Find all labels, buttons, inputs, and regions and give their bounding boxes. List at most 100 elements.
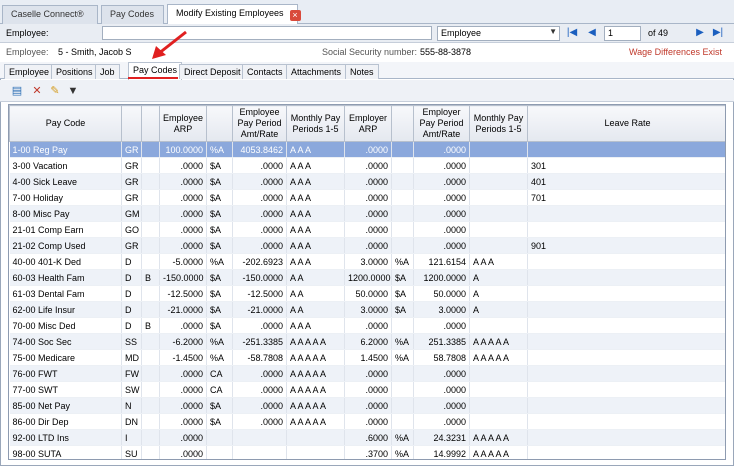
type-cell[interactable]: SS bbox=[121, 333, 142, 350]
leave-rate-cell[interactable] bbox=[527, 381, 725, 398]
employer-method-cell[interactable] bbox=[391, 173, 414, 190]
edit-pencil-icon[interactable]: ✎ bbox=[48, 84, 62, 98]
flag-cell[interactable] bbox=[141, 253, 160, 270]
employee-method-cell[interactable]: $A bbox=[206, 189, 233, 206]
pay-code-cell[interactable]: 98-00 SUTA bbox=[9, 445, 122, 459]
employee-method-cell[interactable]: $A bbox=[206, 173, 233, 190]
table-row[interactable]: 4-00 Sick Leave GR .0000 $A .0000 A A A .0000.… bbox=[9, 173, 725, 190]
employer-method-cell[interactable] bbox=[391, 413, 414, 430]
employee-amount-cell[interactable]: -150.0000 bbox=[232, 269, 287, 286]
pay-code-cell[interactable]: 1-00 Reg Pay bbox=[9, 141, 122, 158]
pay-code-cell[interactable]: 60-03 Health Fam bbox=[9, 269, 122, 286]
employee-arp-cell[interactable]: .0000 bbox=[159, 365, 207, 382]
flag-cell[interactable]: B bbox=[141, 317, 160, 334]
leave-rate-cell[interactable] bbox=[527, 397, 725, 414]
employer-amount-cell[interactable]: 1200.0000 bbox=[413, 269, 470, 286]
employee-method-cell[interactable]: %A bbox=[206, 333, 233, 350]
employee-periods-cell[interactable]: A A A bbox=[286, 237, 345, 254]
employer-arp-cell[interactable]: .0000 bbox=[344, 413, 392, 430]
employee-amount-cell[interactable]: .0000 bbox=[232, 189, 287, 206]
pay-code-cell[interactable]: 40-00 401-K Ded bbox=[9, 253, 122, 270]
employee-periods-cell[interactable]: A A A bbox=[286, 205, 345, 222]
employee-arp-cell[interactable]: .0000 bbox=[159, 381, 207, 398]
type-cell[interactable]: GR bbox=[121, 189, 142, 206]
employer-periods-cell[interactable] bbox=[469, 237, 528, 254]
employer-amount-cell[interactable]: .0000 bbox=[413, 381, 470, 398]
employee-arp-cell[interactable]: .0000 bbox=[159, 413, 207, 430]
employee-method-cell[interactable] bbox=[206, 445, 233, 459]
employee-arp-cell[interactable]: .0000 bbox=[159, 237, 207, 254]
employee-amount-cell[interactable]: .0000 bbox=[232, 157, 287, 174]
leave-rate-cell[interactable]: 901 bbox=[527, 237, 725, 254]
type-cell[interactable]: FW bbox=[121, 365, 142, 382]
employee-amount-cell[interactable]: -202.6923 bbox=[232, 253, 287, 270]
type-cell[interactable]: D bbox=[121, 269, 142, 286]
employer-arp-cell[interactable]: 1200.0000 bbox=[344, 269, 392, 286]
employee-arp-cell[interactable]: .0000 bbox=[159, 157, 207, 174]
employer-amount-cell[interactable]: .0000 bbox=[413, 413, 470, 430]
employee-method-cell[interactable]: %A bbox=[206, 349, 233, 366]
flag-cell[interactable] bbox=[141, 221, 160, 238]
table-row[interactable]: 61-03 Dental Fam D -12.5000 $A -12.5000 A A 50… bbox=[9, 285, 725, 302]
employee-amount-cell[interactable]: -21.0000 bbox=[232, 301, 287, 318]
employer-arp-cell[interactable]: .0000 bbox=[344, 189, 392, 206]
leave-rate-cell[interactable] bbox=[527, 301, 725, 318]
table-row[interactable]: 98-00 SUTA SU .0000 .3700 %A 14.9992 A A A A A bbox=[9, 445, 725, 459]
flag-cell[interactable] bbox=[141, 285, 160, 302]
leave-rate-cell[interactable]: 701 bbox=[527, 189, 725, 206]
employer-amount-cell[interactable]: 58.7808 bbox=[413, 349, 470, 366]
tab-positions[interactable]: Positions bbox=[51, 64, 98, 79]
employer-periods-cell[interactable]: A A A A A bbox=[469, 429, 528, 446]
employer-periods-cell[interactable]: A A A A A bbox=[469, 349, 528, 366]
previous-record-icon[interactable]: ◀ bbox=[586, 27, 598, 39]
table-row[interactable]: 21-01 Comp Earn GO .0000 $A .0000 A A A .0000.… bbox=[9, 221, 725, 238]
pay-code-cell[interactable]: 7-00 Holiday bbox=[9, 189, 122, 206]
leave-rate-cell[interactable] bbox=[527, 141, 725, 158]
header-pay-code[interactable]: Pay Code bbox=[9, 105, 122, 142]
table-row[interactable]: 77-00 SWT SW .0000 CA .0000 A A A A A .0000.00… bbox=[9, 381, 725, 398]
leave-rate-cell[interactable] bbox=[527, 269, 725, 286]
employer-arp-cell[interactable]: 1.4500 bbox=[344, 349, 392, 366]
type-cell[interactable]: GR bbox=[121, 237, 142, 254]
employer-method-cell[interactable]: %A bbox=[391, 253, 414, 270]
employee-arp-cell[interactable]: .0000 bbox=[159, 221, 207, 238]
table-row[interactable]: 74-00 Soc Sec SS -6.2000 %A -251.3385 A A A A… bbox=[9, 333, 725, 350]
leave-rate-cell[interactable] bbox=[527, 205, 725, 222]
pay-code-cell[interactable]: 21-01 Comp Earn bbox=[9, 221, 122, 238]
employee-arp-cell[interactable]: -1.4500 bbox=[159, 349, 207, 366]
tab-direct-deposit[interactable]: Direct Deposit bbox=[179, 64, 246, 79]
employer-arp-cell[interactable]: .0000 bbox=[344, 173, 392, 190]
employee-method-cell[interactable]: %A bbox=[206, 253, 233, 270]
open-record-icon[interactable]: ▤ bbox=[10, 84, 24, 98]
employee-arp-cell[interactable]: -21.0000 bbox=[159, 301, 207, 318]
employer-method-cell[interactable] bbox=[391, 397, 414, 414]
employee-amount-cell[interactable]: .0000 bbox=[232, 413, 287, 430]
pay-code-cell[interactable]: 76-00 FWT bbox=[9, 365, 122, 382]
next-record-icon[interactable]: ▶ bbox=[694, 27, 706, 39]
table-row[interactable]: 70-00 Misc Ded D B .0000 $A .0000 A A A .0000.0… bbox=[9, 317, 725, 334]
employee-amount-cell[interactable]: .0000 bbox=[232, 205, 287, 222]
employee-method-cell[interactable]: %A bbox=[206, 141, 233, 158]
type-cell[interactable]: SU bbox=[121, 445, 142, 459]
pay-code-cell[interactable]: 21-02 Comp Used bbox=[9, 237, 122, 254]
employer-periods-cell[interactable] bbox=[469, 189, 528, 206]
employee-amount-cell[interactable]: .0000 bbox=[232, 365, 287, 382]
employer-amount-cell[interactable]: 3.0000 bbox=[413, 301, 470, 318]
employee-arp-cell[interactable]: .0000 bbox=[159, 397, 207, 414]
tab-employee[interactable]: Employee bbox=[4, 64, 55, 79]
first-record-icon[interactable]: |◀ bbox=[566, 27, 578, 39]
employee-arp-cell[interactable]: 100.0000 bbox=[159, 141, 207, 158]
header-flag[interactable] bbox=[141, 105, 160, 142]
type-cell[interactable]: GO bbox=[121, 221, 142, 238]
employer-periods-cell[interactable]: A A A A A bbox=[469, 445, 528, 459]
employer-arp-cell[interactable]: .0000 bbox=[344, 381, 392, 398]
table-row[interactable]: 92-00 LTD Ins I .0000 .6000 %A 24.3231 A A A A… bbox=[9, 429, 725, 446]
employer-arp-cell[interactable]: 3.0000 bbox=[344, 253, 392, 270]
employer-periods-cell[interactable]: A bbox=[469, 301, 528, 318]
employee-amount-cell[interactable]: -58.7808 bbox=[232, 349, 287, 366]
pay-code-cell[interactable]: 8-00 Misc Pay bbox=[9, 205, 122, 222]
employer-method-cell[interactable]: %A bbox=[391, 429, 414, 446]
employer-arp-cell[interactable]: .0000 bbox=[344, 397, 392, 414]
employer-arp-cell[interactable]: .0000 bbox=[344, 157, 392, 174]
tab-notes[interactable]: Notes bbox=[345, 64, 379, 79]
